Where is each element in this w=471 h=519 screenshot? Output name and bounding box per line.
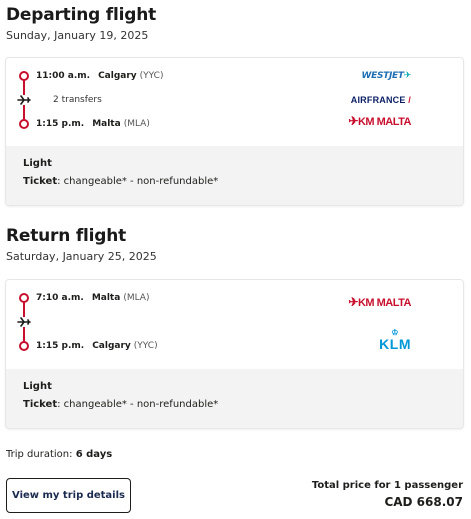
departure-time: 11:00 a.m. — [36, 71, 91, 81]
departing-title: Departing flight — [6, 5, 157, 25]
airfrance-logo: AIRFRANCE / — [350, 95, 411, 105]
arrival-code: (YYC) — [133, 341, 158, 351]
fare-ticket: Ticket: changeable* - non-refundable* — [23, 399, 219, 410]
return-title: Return flight — [6, 226, 127, 246]
kmmalta-logo: ✈KM MALTA — [348, 295, 411, 309]
return-date: Saturday, January 25, 2025 — [6, 250, 157, 263]
arrival-row: 1:15 p.m. Calgary (YYC) — [36, 341, 158, 351]
arrival-city: Calgary — [92, 341, 131, 351]
plane-icon — [17, 317, 31, 327]
return-card[interactable]: 7:10 a.m. Malta (MLA) 1:15 p.m. Calgary (YYC… — [6, 280, 463, 428]
fare-name: Light — [23, 158, 52, 169]
westjet-logo: WESTJET✈ — [361, 71, 412, 81]
departing-date: Sunday, January 19, 2025 — [6, 29, 149, 42]
departing-fare: Light Ticket: changeable* - non-refundab… — [6, 146, 463, 205]
arrival-row: 1:15 p.m. Malta (MLA) — [36, 119, 150, 129]
fare-name: Light — [23, 381, 52, 392]
origin-dot — [19, 71, 29, 81]
departure-city: Calgary — [98, 71, 137, 81]
kmmalta-logo: ✈KM MALTA — [348, 114, 411, 128]
departure-row: 7:10 a.m. Malta (MLA) — [36, 293, 149, 303]
return-fare: Light Ticket: changeable* - non-refundab… — [6, 369, 463, 428]
origin-dot — [19, 293, 29, 303]
trip-duration: Trip duration: 6 days — [6, 449, 113, 460]
arrival-time: 1:15 p.m. — [36, 341, 85, 351]
departing-itinerary: 11:00 a.m. Calgary (YYC) 2 transfers 1:15 … — [6, 58, 463, 146]
plane-icon — [17, 95, 31, 105]
departure-time: 7:10 a.m. — [36, 293, 84, 303]
departure-code: (MLA) — [123, 293, 150, 303]
destination-dot — [19, 119, 29, 129]
departing-card[interactable]: 11:00 a.m. Calgary (YYC) 2 transfers 1:15 … — [6, 58, 463, 205]
transfers-count: 2 transfers — [53, 95, 102, 105]
return-itinerary: 7:10 a.m. Malta (MLA) 1:15 p.m. Calgary (YYC… — [6, 280, 463, 368]
arrival-code: (MLA) — [123, 119, 150, 129]
klm-logo: ♔ KLM — [379, 328, 411, 353]
fare-ticket: Ticket: changeable* - non-refundable* — [23, 176, 219, 187]
total-price-label: Total price for 1 passenger — [311, 480, 463, 491]
destination-dot — [19, 341, 29, 351]
departure-row: 11:00 a.m. Calgary (YYC) — [36, 71, 163, 81]
view-trip-details-button[interactable]: View my trip details — [6, 478, 131, 513]
total-price-value: CAD 668.07 — [384, 495, 463, 509]
arrival-time: 1:15 p.m. — [36, 119, 85, 129]
departure-city: Malta — [91, 293, 121, 303]
departure-code: (YYC) — [139, 71, 164, 81]
arrival-city: Malta — [92, 119, 121, 129]
